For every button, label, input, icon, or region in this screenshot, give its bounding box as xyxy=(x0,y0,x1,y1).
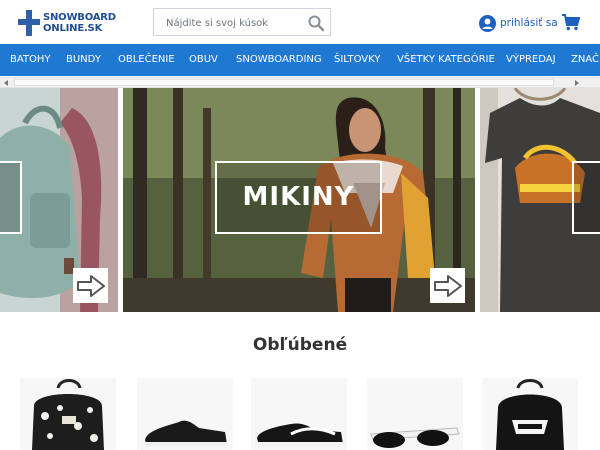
product-card[interactable] xyxy=(20,378,116,450)
nav-item-vsetky-kategorie[interactable]: VŠETKY KATEGÓRIE xyxy=(397,44,495,76)
search-box[interactable] xyxy=(153,8,331,36)
carousel-slide-left[interactable] xyxy=(0,88,118,312)
login-link[interactable]: prihlásiť sa xyxy=(479,14,558,32)
scroll-right-icon[interactable] xyxy=(571,78,582,87)
product-image-shoe-oldskool xyxy=(257,423,343,447)
logo-line-2: ONLINE.SK xyxy=(43,23,103,34)
nav-item-oblecenie[interactable]: OBLEČENIE xyxy=(118,44,175,76)
nav-item-snowboarding[interactable]: SNOWBOARDING xyxy=(236,44,322,76)
scroll-left-icon[interactable] xyxy=(0,78,11,87)
nav-item-znacky[interactable]: ZNAČ xyxy=(571,44,599,76)
carousel-slide-right[interactable] xyxy=(480,88,600,312)
product-card[interactable] xyxy=(482,378,578,450)
carousel-slide-mikiny[interactable]: MIKINY xyxy=(123,88,475,312)
arrow-right-icon[interactable] xyxy=(73,268,108,303)
scrollbar-thumb[interactable] xyxy=(14,79,554,86)
product-card[interactable] xyxy=(251,378,347,450)
search-input[interactable] xyxy=(166,15,306,31)
product-list xyxy=(0,378,600,450)
logo-line-1: SNOWBOARD xyxy=(43,12,116,23)
horizontal-scrollbar[interactable] xyxy=(0,77,600,88)
login-label: prihlásiť sa xyxy=(500,17,558,29)
product-image-sunglasses xyxy=(370,427,460,448)
slide-label-right xyxy=(572,161,600,234)
arrow-right-icon[interactable] xyxy=(430,268,465,303)
product-image-backpack-floral xyxy=(32,379,104,450)
main-nav: BATOHY BUNDY OBLEČENIE OBUV SNOWBOARDING… xyxy=(0,44,600,76)
header: SNOWBOARD ONLINE.SK prihlásiť sa xyxy=(0,0,600,44)
category-carousel: MIKINY xyxy=(0,88,600,312)
nav-item-siltovky[interactable]: ŠILTOVKY xyxy=(334,44,380,76)
product-card[interactable] xyxy=(367,378,463,450)
site-logo[interactable]: SNOWBOARD ONLINE.SK xyxy=(18,8,118,38)
cart-icon[interactable] xyxy=(562,14,580,31)
nav-item-obuv[interactable]: OBUV xyxy=(189,44,218,76)
nav-item-bundy[interactable]: BUNDY xyxy=(66,44,101,76)
product-image-backpack-vans xyxy=(496,379,564,450)
product-image-shoe-black xyxy=(145,420,227,446)
logo-text: SNOWBOARD ONLINE.SK xyxy=(43,12,116,34)
section-title: Obľúbené xyxy=(252,335,348,355)
nav-item-batohy[interactable]: BATOHY xyxy=(10,44,51,76)
user-icon xyxy=(479,14,496,32)
nav-item-vypredaj[interactable]: VÝPREDAJ xyxy=(506,44,556,76)
slide-label-left xyxy=(0,161,22,234)
search-icon[interactable] xyxy=(307,14,325,32)
product-card[interactable] xyxy=(137,378,233,450)
slide-label-mikiny: MIKINY xyxy=(215,161,382,234)
logo-cross-icon xyxy=(18,10,40,36)
